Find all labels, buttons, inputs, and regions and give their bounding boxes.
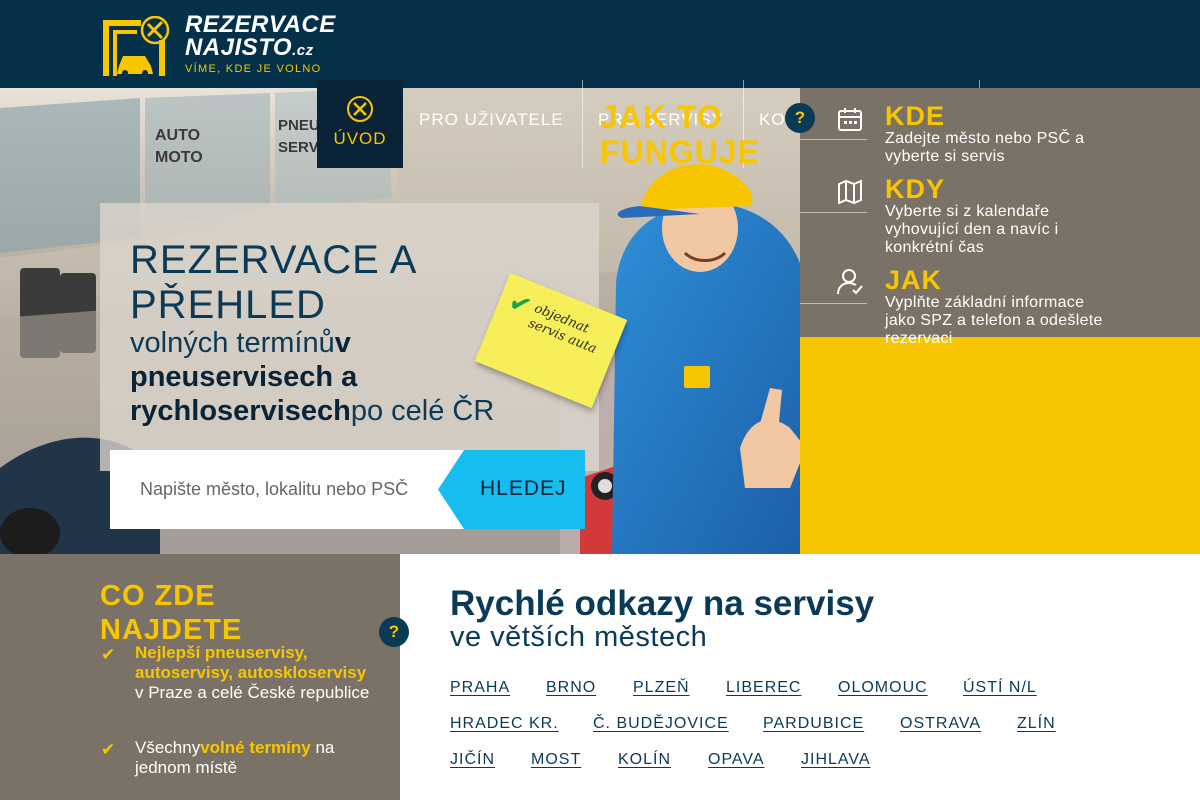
wrench-screwdriver-icon: [347, 96, 373, 122]
search-button-label: HLEDEJ: [480, 477, 567, 500]
calendar-icon: [838, 108, 862, 131]
city-link[interactable]: Č. BUDĚJOVICE: [593, 715, 729, 733]
features-title: CO ZDE NAJDETE: [100, 580, 243, 646]
step-kdy-text: Vyberte si z kalendaře vyhovující den a …: [885, 203, 1059, 256]
city-link[interactable]: HRADEC KR.: [450, 715, 559, 733]
feature-prefix: Všechny: [135, 738, 201, 757]
svg-text:AUTO: AUTO: [155, 127, 200, 144]
svg-text:PNEU: PNEU: [278, 117, 320, 134]
city-link[interactable]: ÚSTÍ N/L: [963, 679, 1037, 697]
city-link[interactable]: OPAVA: [708, 751, 765, 769]
step-jak-text: Vyplňte základní informace jako SPZ a te…: [885, 294, 1103, 347]
search-button[interactable]: HLEDEJ: [438, 450, 585, 529]
quick-links-subtitle: ve větších městech: [450, 621, 708, 653]
how-it-works-yellow-block: [800, 337, 1200, 554]
nav-item-home-label: ÚVOD: [333, 129, 387, 148]
search-input[interactable]: [140, 474, 440, 504]
city-link[interactable]: JIČÍN: [450, 751, 495, 769]
nav-item-users[interactable]: PRO UŽIVATELE: [403, 80, 580, 168]
step-kde-text: Zadejte město nebo PSČ a vyberte si serv…: [885, 130, 1085, 165]
hero-subtitle: volných termínův pneuservisech a rychlos…: [130, 326, 560, 428]
hero-subtitle-part3: po celé ČR: [350, 395, 495, 427]
nav-item-home[interactable]: ÚVOD: [317, 80, 403, 168]
site-header: REZERVACE NAJISTO.cz VÍME, KDE JE VOLNO: [0, 0, 1200, 88]
feature-item: Nejlepší pneuservisy, autoservisy, autos…: [135, 643, 375, 703]
city-link[interactable]: PARDUBICE: [763, 715, 864, 733]
user-check-icon: [837, 269, 863, 295]
quick-links-title: Rychlé odkazy na servisy: [450, 584, 875, 623]
step-kdy-title: KDY: [885, 174, 946, 204]
question-icon[interactable]: ?: [379, 617, 409, 647]
question-icon[interactable]: ?: [785, 103, 815, 133]
city-link[interactable]: KOLÍN: [618, 751, 671, 769]
step-jak-title: JAK: [885, 265, 943, 295]
feature-text: v Praze a celé České republice: [135, 683, 370, 702]
city-link[interactable]: ZLÍN: [1017, 715, 1056, 733]
feature-highlight: Nejlepší pneuservisy, autoservisy, autos…: [135, 643, 367, 682]
feature-item: Všechnyvolné termíny na jednom místě: [135, 738, 375, 778]
check-icon: ✔: [101, 645, 116, 664]
city-link[interactable]: PRAHA: [450, 679, 510, 697]
city-link[interactable]: OSTRAVA: [900, 715, 981, 733]
check-icon: ✔: [101, 740, 116, 759]
step-kde-title: KDE: [885, 101, 946, 131]
step-divider: [800, 303, 867, 304]
site-logo[interactable]: REZERVACE NAJISTO.cz VÍME, KDE JE VOLNO: [103, 10, 363, 80]
map-icon: [838, 179, 862, 205]
svg-text:MOTO: MOTO: [155, 149, 203, 166]
how-it-works-title: JAK TO FUNGUJE: [600, 99, 760, 170]
garage-car-logo-icon: [103, 16, 170, 76]
city-link[interactable]: PLZEŇ: [633, 679, 690, 697]
city-link[interactable]: OLOMOUC: [838, 679, 928, 697]
logo-tagline: VÍME, KDE JE VOLNO: [185, 63, 322, 75]
feature-highlight: volné termíny: [200, 738, 311, 757]
city-link[interactable]: MOST: [531, 751, 581, 769]
city-link[interactable]: BRNO: [546, 679, 596, 697]
hero-subtitle-part1: volných termínů: [130, 327, 335, 359]
step-divider: [800, 139, 867, 140]
logo-domain: .cz: [292, 42, 314, 59]
step-divider: [800, 212, 867, 213]
logo-name-line2: NAJISTO: [185, 34, 293, 61]
hero-title: REZERVACE A PŘEHLED: [130, 238, 416, 327]
logo-wordmark: REZERVACE NAJISTO.cz: [185, 13, 336, 62]
city-link[interactable]: JIHLAVA: [801, 751, 871, 769]
city-link[interactable]: LIBEREC: [726, 679, 801, 697]
